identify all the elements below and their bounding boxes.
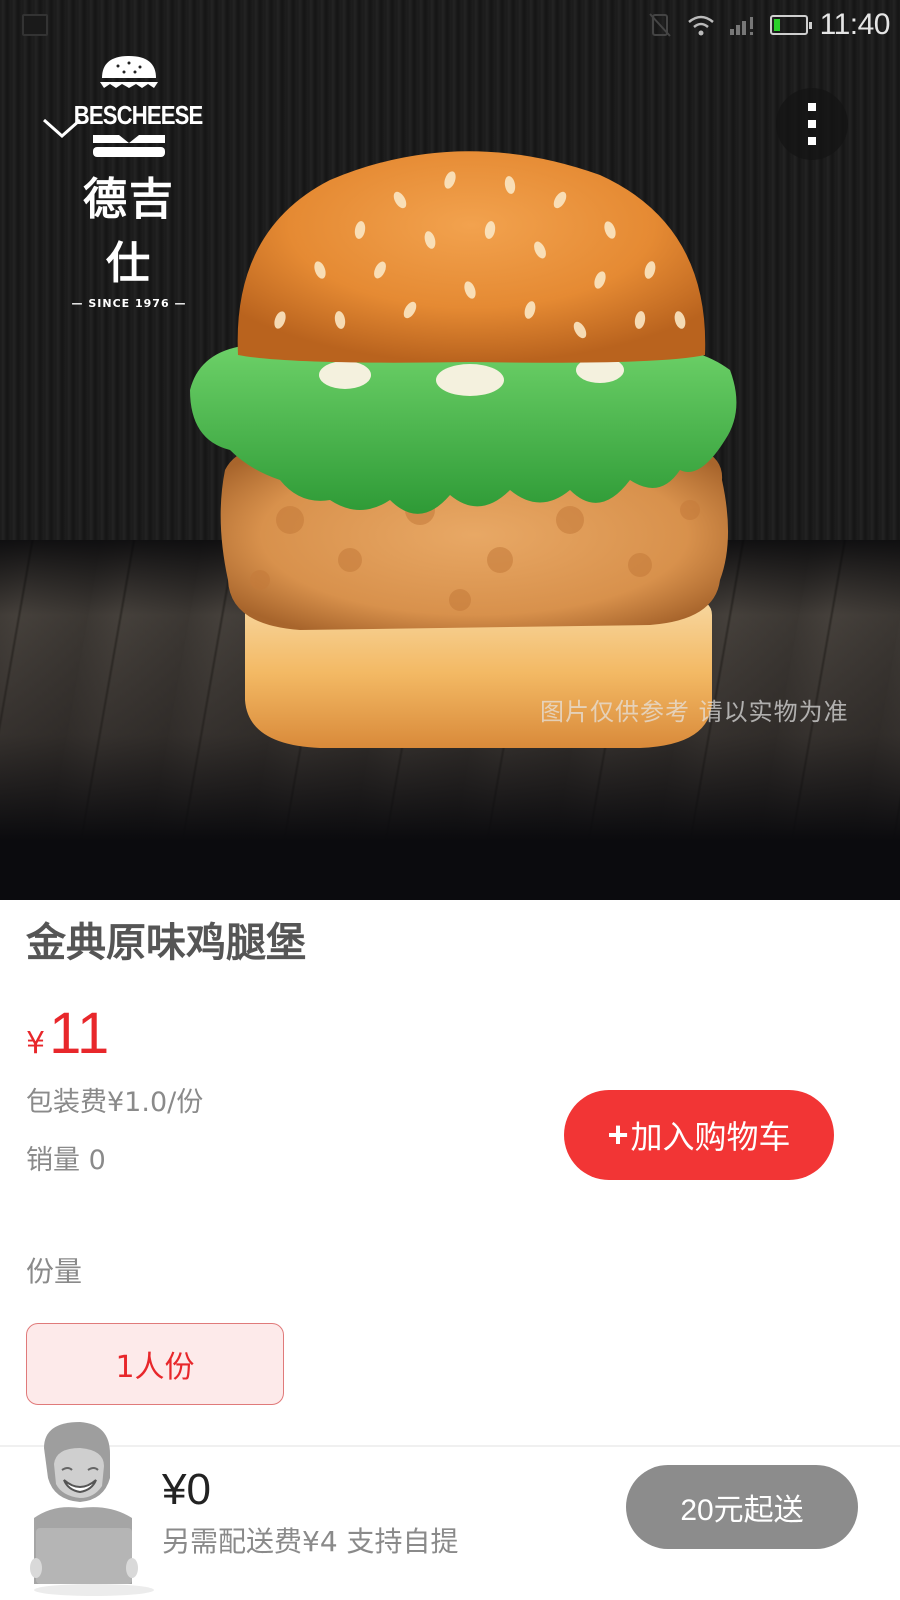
- wifi-icon: [687, 15, 714, 36]
- packaging-fee: 包装费¥1.0/份: [26, 1087, 204, 1118]
- add-to-cart-label: 加入购物车: [630, 1119, 791, 1155]
- image-notification-icon: [22, 14, 48, 36]
- image-disclaimer: 图片仅供参考 请以实物为准: [540, 698, 849, 726]
- portion-label: 份量: [26, 1255, 83, 1288]
- status-time: 11:40: [819, 8, 891, 41]
- battery-icon: [769, 15, 812, 35]
- brand-name-cn: 德吉仕: [83, 174, 175, 289]
- brand-since: — SINCE 1976 —: [71, 297, 187, 310]
- bun-bottom-logo-icon: [93, 135, 165, 157]
- no-sim-icon: [648, 13, 671, 37]
- minimum-order-button[interactable]: 20元起送: [626, 1465, 858, 1549]
- product-title: 金典原味鸡腿堡: [26, 920, 306, 966]
- product-image: BESCHEESE 德吉仕 — SINCE 1976 — 图片仅供参考 请以实物…: [0, 0, 900, 900]
- cart-total: ¥0: [162, 1465, 211, 1514]
- add-to-cart-button[interactable]: + 加入购物车: [564, 1090, 834, 1180]
- more-options-button[interactable]: [776, 88, 848, 160]
- product-price: ¥ 11: [26, 1000, 109, 1067]
- price-currency: ¥: [26, 1026, 46, 1061]
- top-bun: [237, 151, 706, 363]
- status-bar: 11:40: [0, 0, 900, 50]
- plus-icon: +: [607, 1114, 629, 1155]
- portion-option-label: 1人份: [115, 1350, 195, 1385]
- delivery-courier-icon[interactable]: [14, 1418, 154, 1598]
- burger-logo-icon: [100, 56, 158, 88]
- price-value: 11: [49, 1001, 110, 1066]
- signal-icon: [729, 17, 753, 35]
- more-vertical-icon: [808, 103, 816, 111]
- chevron-down-icon: [43, 118, 81, 139]
- delivery-fee-info: 另需配送费¥4 支持自提: [162, 1525, 459, 1558]
- collapse-button[interactable]: [36, 100, 96, 160]
- portion-option[interactable]: 1人份: [26, 1323, 284, 1405]
- sales-count: 销量 0: [26, 1145, 106, 1176]
